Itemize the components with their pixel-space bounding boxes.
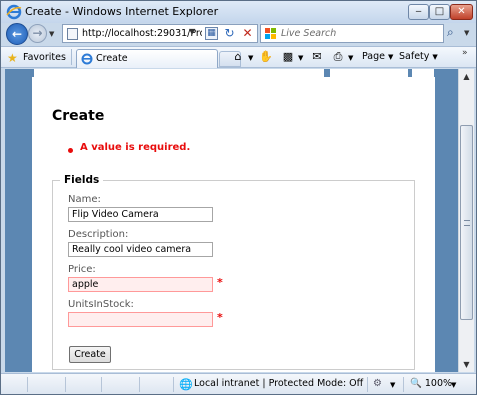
ie-page-icon	[81, 53, 93, 65]
search-input[interactable]: Live Search	[281, 28, 336, 39]
divider	[367, 377, 368, 392]
globe-icon: 🌐	[179, 378, 193, 391]
create-button[interactable]: Create	[69, 346, 111, 363]
search-icon[interactable]: ⌕	[447, 25, 454, 40]
address-bar[interactable]: http://localhost:29031/Prod ▼ ▦ ↻ ✕	[62, 24, 258, 43]
hand-icon[interactable]: ✋	[259, 50, 273, 64]
zoom-caret-icon[interactable]: ▼	[451, 381, 456, 389]
tab-label: Create	[96, 53, 128, 64]
divider	[173, 377, 174, 392]
divider	[101, 377, 102, 392]
status-bar: 🌐 Local intranet | Protected Mode: Off ⚙…	[1, 373, 476, 394]
divider	[71, 49, 72, 65]
close-button[interactable]: ✕	[450, 4, 473, 20]
grip-icon	[464, 220, 470, 226]
protected-mode-caret-icon[interactable]: ▼	[390, 381, 395, 389]
safety-menu-caret-icon: ▼	[432, 53, 438, 61]
forward-arrow-icon: →	[32, 26, 43, 40]
window-title: Create - Windows Internet Explorer	[25, 5, 219, 18]
name-field[interactable]: Flip Video Camera	[68, 207, 213, 222]
tab-create[interactable]: Create	[76, 49, 218, 68]
protected-mode-icon[interactable]: ⚙	[373, 378, 382, 389]
home-dropdown-icon[interactable]: ▼	[248, 54, 253, 62]
compatibility-view-icon[interactable]: ▦	[205, 27, 218, 40]
zoom-level: 100%	[424, 378, 453, 389]
stop-icon[interactable]: ✕	[240, 26, 255, 41]
divider	[139, 377, 140, 392]
scroll-up-icon[interactable]: ▲	[459, 69, 474, 84]
price-required-marker: *	[217, 276, 223, 289]
mail-icon[interactable]: ✉	[310, 50, 324, 64]
zoom-level-button[interactable]: 🔍 100%	[410, 378, 452, 389]
feeds-icon[interactable]: ▩	[281, 50, 295, 64]
page-content: Create A value is required. Fields Name:…	[32, 77, 435, 372]
back-button[interactable]: ←	[6, 23, 28, 45]
validation-summary: A value is required.	[80, 142, 191, 153]
divider	[408, 69, 412, 77]
divider	[324, 69, 330, 77]
price-field[interactable]: apple	[68, 277, 213, 292]
title-bar: Create - Windows Internet Explorer ‒ □ ✕	[1, 1, 476, 23]
maximize-icon: □	[434, 6, 445, 17]
command-bar: ★ Favorites Create ⌂ ▼ ✋ ▩ ▼ ✉ ⎙ ▼ Page …	[1, 46, 476, 68]
divider	[27, 377, 28, 392]
scroll-thumb[interactable]	[460, 125, 473, 320]
bullet-icon	[68, 148, 73, 153]
unitsinstock-field[interactable]	[68, 312, 213, 327]
divider	[403, 377, 404, 392]
safety-menu-button[interactable]: Safety ▼	[399, 51, 438, 62]
close-icon: ✕	[457, 6, 466, 17]
name-label: Name:	[68, 194, 101, 205]
description-label: Description:	[68, 229, 129, 240]
unitsinstock-label: UnitsInStock:	[68, 299, 134, 310]
live-search-logo-icon	[265, 28, 276, 39]
description-field[interactable]: Really cool video camera	[68, 242, 213, 257]
page-viewport: Create A value is required. Fields Name:…	[5, 69, 458, 372]
search-options-dropdown-icon[interactable]: ▼	[464, 29, 469, 37]
fieldset-legend: Fields	[60, 174, 104, 186]
history-dropdown-icon[interactable]: ▼	[49, 30, 54, 38]
ie-logo-icon	[6, 4, 22, 20]
refresh-icon[interactable]: ↻	[222, 26, 237, 41]
page-menu-label: Page	[362, 51, 385, 62]
search-box[interactable]: Live Search	[260, 24, 444, 43]
favorites-label: Favorites	[23, 52, 66, 63]
home-icon[interactable]: ⌂	[231, 50, 245, 64]
forward-button[interactable]: →	[28, 24, 47, 43]
top-menu-strip	[34, 69, 434, 77]
favorites-button[interactable]: ★ Favorites	[5, 50, 66, 66]
address-dropdown-icon[interactable]: ▼	[189, 27, 195, 36]
minimize-button[interactable]: ‒	[408, 4, 429, 20]
address-input[interactable]: http://localhost:29031/Prod	[82, 28, 202, 39]
back-arrow-icon: ←	[11, 27, 23, 41]
safety-menu-label: Safety	[399, 51, 430, 62]
print-dropdown-icon[interactable]: ▼	[348, 54, 353, 62]
unitsinstock-required-marker: *	[217, 311, 223, 324]
scroll-down-icon[interactable]: ▼	[459, 357, 474, 372]
price-label: Price:	[68, 264, 96, 275]
page-menu-button[interactable]: Page ▼	[362, 51, 393, 62]
page-title: Create	[52, 108, 105, 124]
vertical-scrollbar[interactable]: ▲ ▼	[458, 69, 474, 372]
page-menu-caret-icon: ▼	[388, 53, 394, 61]
divider	[65, 377, 66, 392]
security-zone-text[interactable]: Local intranet | Protected Mode: Off	[194, 378, 363, 389]
browser-window: Create - Windows Internet Explorer ‒ □ ✕…	[0, 0, 477, 395]
maximize-button[interactable]: □	[429, 4, 450, 20]
star-icon: ★	[7, 51, 18, 65]
minimize-icon: ‒	[415, 6, 422, 17]
more-commands-icon[interactable]: »	[462, 48, 468, 58]
page-icon	[67, 28, 78, 40]
feeds-dropdown-icon[interactable]: ▼	[298, 54, 303, 62]
print-icon[interactable]: ⎙	[331, 50, 345, 64]
